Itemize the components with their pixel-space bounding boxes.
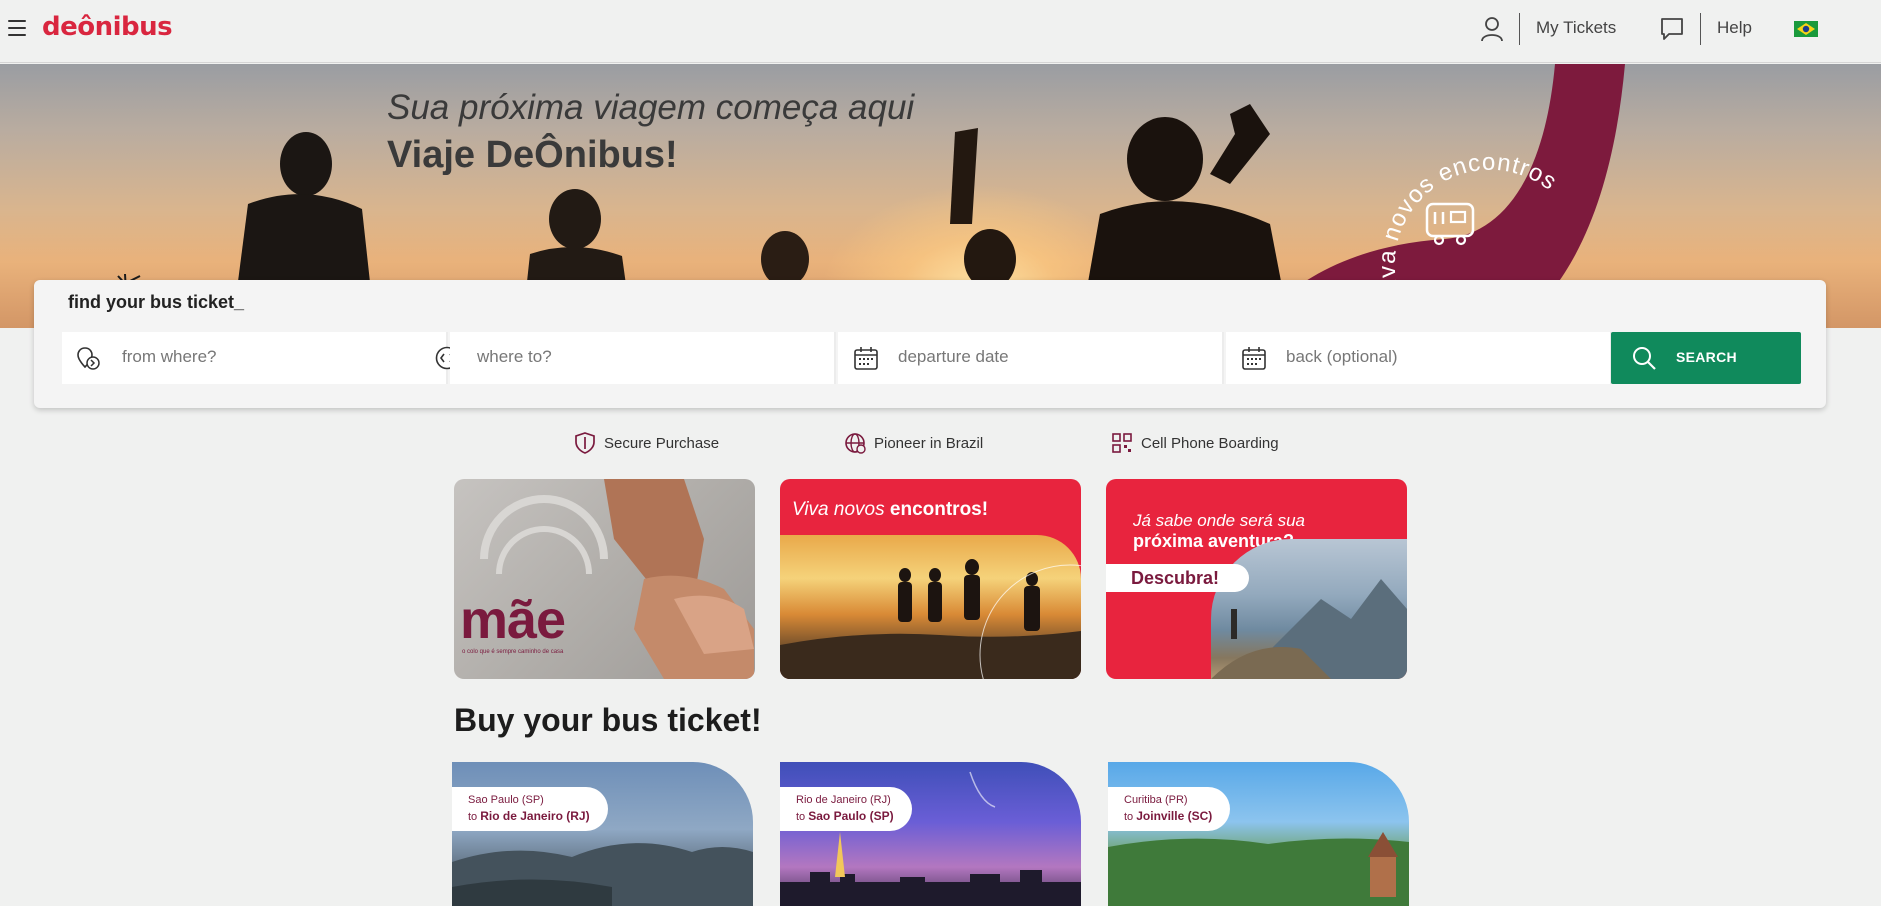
return-date-field[interactable]: back (optional) <box>1226 332 1612 384</box>
search-button[interactable]: SEARCH <box>1611 332 1801 384</box>
promo-card-proxima-aventura[interactable]: Já sabe onde será sua próxima aventura? … <box>1106 479 1407 679</box>
route-to-prefix: to <box>796 811 809 823</box>
feature-pioneer-brazil: Pioneer in Brazil <box>844 432 1004 454</box>
location-pin-icon <box>77 347 100 370</box>
header-divider <box>1519 13 1520 45</box>
help-link[interactable]: Help <box>1717 18 1752 38</box>
route-from: Curitiba (PR) <box>1124 794 1188 806</box>
mountain-view <box>1211 579 1407 679</box>
discover-pill[interactable]: Descubra! <box>1106 564 1250 592</box>
from-placeholder: from where? <box>122 347 217 366</box>
my-tickets-link[interactable]: My Tickets <box>1536 18 1616 38</box>
promo-subtitle: o colo que é sempre caminho de casa <box>462 649 564 655</box>
chat-bubble-icon[interactable] <box>1659 16 1685 42</box>
from-field[interactable]: from where? <box>62 332 448 384</box>
route-photo <box>452 843 753 906</box>
hikers-silhouette <box>780 559 1081 679</box>
header-divider <box>1700 13 1701 45</box>
feature-label: Pioneer in Brazil <box>874 435 984 452</box>
route-to: Rio de Janeiro (RJ) <box>480 809 590 823</box>
promo-caption-line1: Já sabe onde será sua <box>1133 511 1306 530</box>
feature-cell-phone-boarding: Cell Phone Boarding <box>1111 432 1301 454</box>
departure-date-field[interactable]: departure date <box>838 332 1224 384</box>
brand-logo[interactable]: deônibus <box>42 12 173 42</box>
promo-title: mãe <box>460 590 566 650</box>
search-button-label: SEARCH <box>1676 349 1737 365</box>
promo-photo <box>1211 539 1407 679</box>
route-to: Sao Paulo (SP) <box>808 809 894 823</box>
section-title: Buy your bus ticket! <box>454 702 762 738</box>
route-to-prefix: to <box>1124 811 1137 823</box>
to-placeholder: where to? <box>477 347 552 366</box>
feature-secure-purchase: Secure Purchase <box>574 432 734 454</box>
search-icon <box>1633 347 1656 370</box>
calendar-icon <box>1242 347 1266 370</box>
top-header: deônibus My Tickets Help <box>0 0 1881 63</box>
promo-card-mae[interactable]: mãe o colo que é sempre caminho de casa <box>454 479 755 679</box>
route-tag: Rio de Janeiro (RJ) to Sao Paulo (SP) <box>780 787 912 831</box>
departure-placeholder: departure date <box>898 347 1009 366</box>
route-card[interactable]: Rio de Janeiro (RJ) to Sao Paulo (SP) <box>780 762 1081 906</box>
hamburger-icon[interactable] <box>8 20 26 36</box>
route-card[interactable]: Sao Paulo (SP) to Rio de Janeiro (RJ) <box>452 762 753 906</box>
route-from: Sao Paulo (SP) <box>468 794 544 806</box>
qr-code-icon <box>1112 433 1132 453</box>
feature-label: Secure Purchase <box>604 435 720 452</box>
hero-title: Viaje DeÔnibus! <box>387 134 678 176</box>
brazil-flag-icon[interactable] <box>1794 21 1818 37</box>
return-placeholder: back (optional) <box>1286 347 1398 366</box>
route-photo <box>1108 832 1409 906</box>
search-title: find your bus ticket_ <box>68 292 245 312</box>
promo-photo <box>780 535 1081 679</box>
route-photo <box>780 771 1081 906</box>
route-to-prefix: to <box>468 811 481 823</box>
hero-subtitle: Sua próxima viagem começa aqui <box>387 88 915 127</box>
calendar-icon <box>854 347 878 370</box>
route-tag: Curitiba (PR) to Joinville (SC) <box>1108 787 1231 831</box>
user-icon[interactable] <box>1480 16 1504 42</box>
feature-label: Cell Phone Boarding <box>1141 435 1279 452</box>
route-to: Joinville (SC) <box>1136 809 1213 823</box>
route-from: Rio de Janeiro (RJ) <box>796 794 891 806</box>
promo-card-viva-novos-encontros[interactable]: Viva novos encontros! <box>780 479 1081 679</box>
search-panel: find your bus ticket_ from where? where … <box>34 280 1826 408</box>
to-field[interactable]: where to? <box>450 332 836 384</box>
route-tag: Sao Paulo (SP) to Rio de Janeiro (RJ) <box>452 787 608 831</box>
globe-icon <box>845 433 866 454</box>
promo-caption: Viva novos encontros! <box>792 499 989 520</box>
route-card[interactable]: Curitiba (PR) to Joinville (SC) <box>1108 762 1409 906</box>
shield-icon <box>575 432 595 454</box>
